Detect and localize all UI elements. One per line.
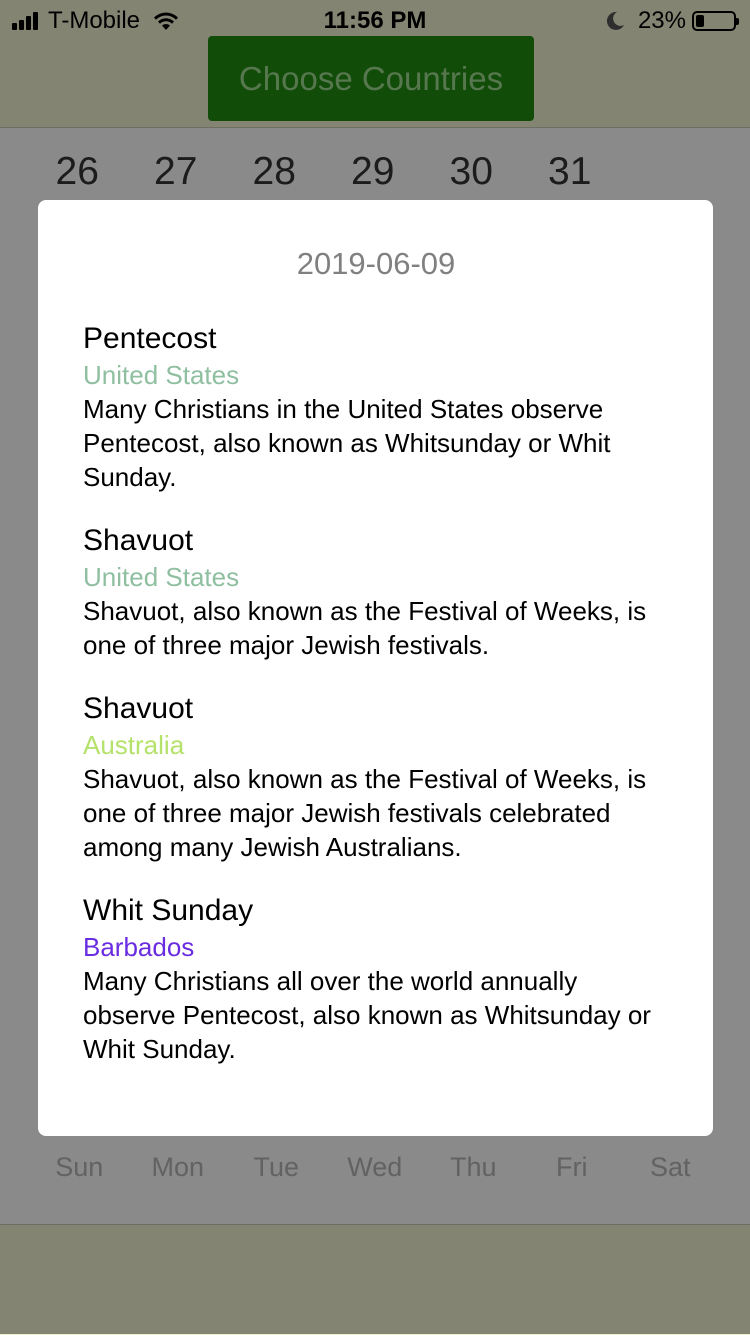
holiday-modal: 2019-06-09 Pentecost United States Many Ch… xyxy=(38,200,713,1136)
holiday-country: United States xyxy=(83,360,240,390)
modal-date: 2019-06-09 xyxy=(296,246,456,281)
holiday-item: Whit Sunday Barbados Many Christians all o… xyxy=(83,892,669,1066)
holiday-item: Shavuot United States Shavuot, also known … xyxy=(83,522,669,662)
holiday-description: Many Christians in the United States obs… xyxy=(83,394,611,492)
holiday-description: Shavuot, also known as the Festival of W… xyxy=(83,764,647,862)
holiday-name: Whit Sunday xyxy=(83,894,254,927)
holiday-country: Australia xyxy=(83,730,185,760)
holiday-list: Pentecost United States Many Christians in… xyxy=(83,320,669,1066)
holiday-item: Pentecost United States Many Christians in… xyxy=(83,320,669,494)
holiday-name: Shavuot xyxy=(83,524,194,557)
holiday-name: Shavuot xyxy=(83,692,194,725)
holiday-country: United States xyxy=(83,562,240,592)
holiday-name: Pentecost xyxy=(83,322,217,355)
holiday-country: Barbados xyxy=(83,932,195,962)
holiday-description: Shavuot, also known as the Festival of W… xyxy=(83,596,647,660)
holiday-description: Many Christians all over the world annua… xyxy=(83,966,651,1064)
holiday-item: Shavuot Australia Shavuot, also known as t… xyxy=(83,690,669,864)
